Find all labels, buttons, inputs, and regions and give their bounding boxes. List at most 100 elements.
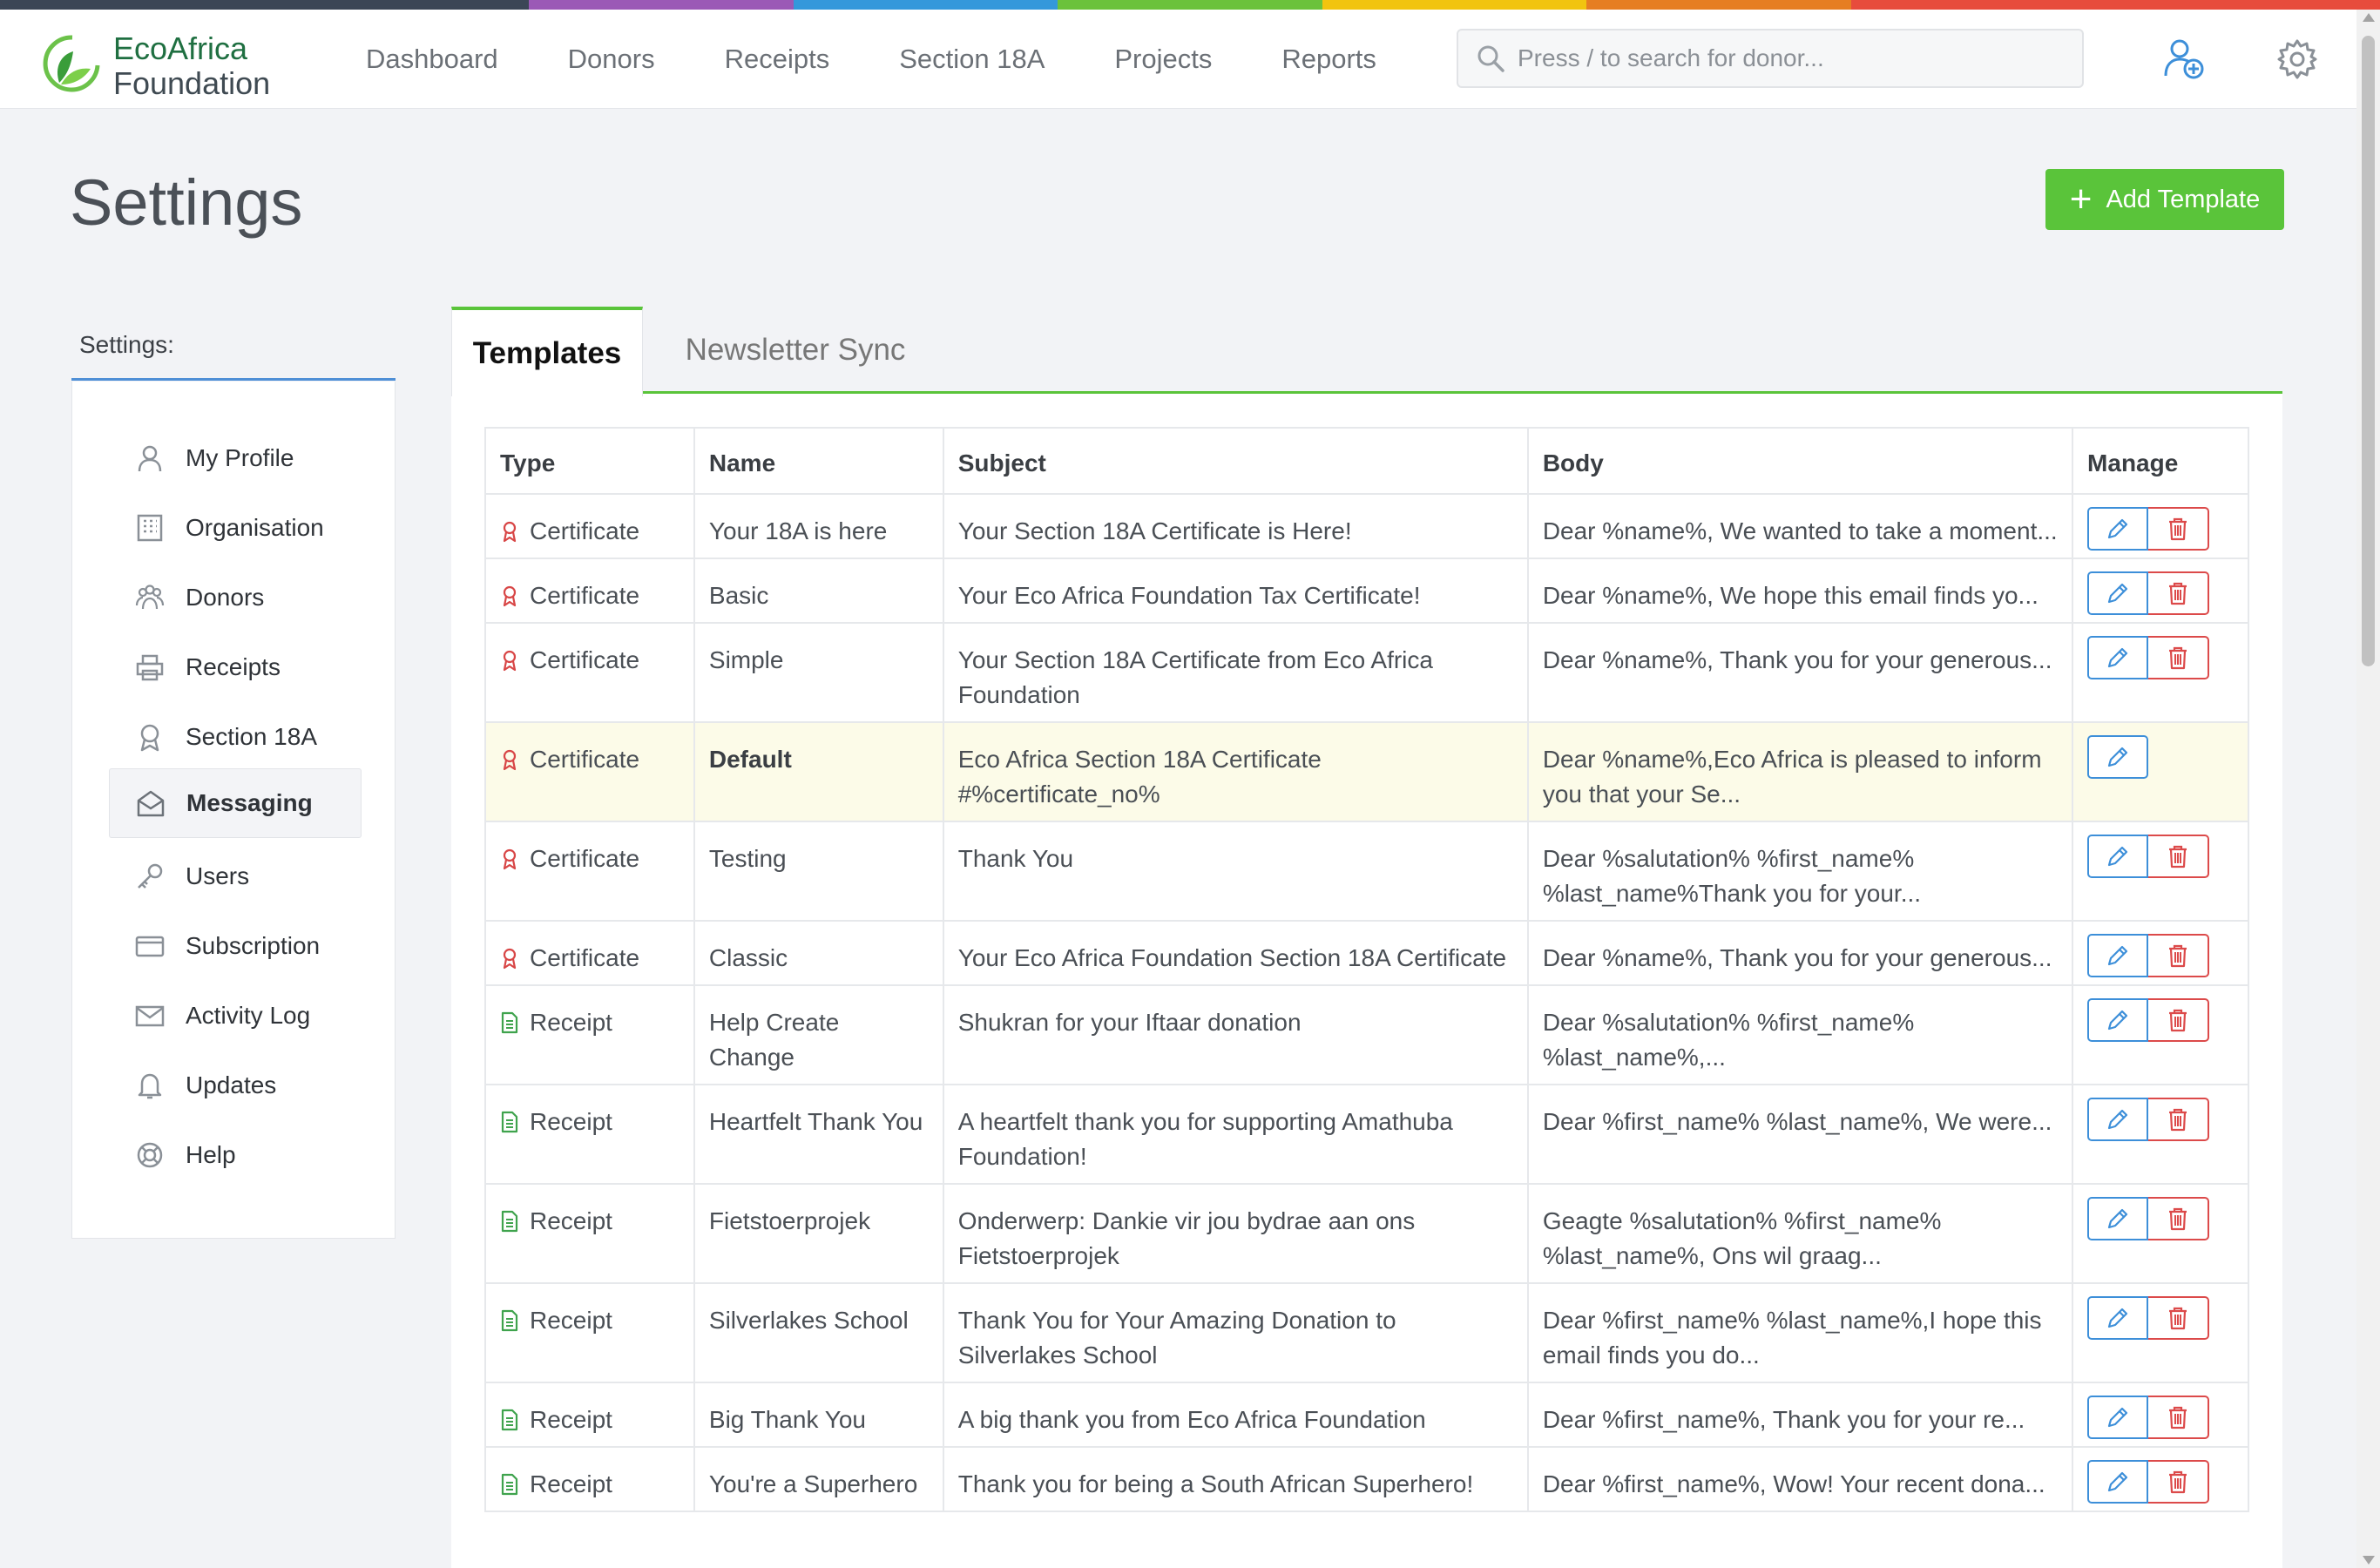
column-header-subject[interactable]: Subject	[942, 427, 1529, 495]
sidebar-item-messaging[interactable]: Messaging	[109, 768, 362, 838]
type-label: Certificate	[530, 517, 640, 544]
table-row[interactable]: Receipt Help Create Change Shukran for you…	[484, 984, 2249, 1085]
sidebar-item-users[interactable]: Users	[109, 841, 362, 911]
nav-section-18a[interactable]: Section 18A	[899, 44, 1045, 75]
subject-cell: Onderwerp: Dankie vir jou bydrae aan ons…	[942, 1183, 1529, 1284]
edit-template-button[interactable]	[2087, 571, 2149, 615]
delete-template-button[interactable]	[2148, 934, 2210, 977]
column-header-type[interactable]: Type	[484, 427, 695, 495]
manage-cell	[2072, 1183, 2249, 1284]
table-row[interactable]: Receipt Fietstoerprojek Onderwerp: Dankie …	[484, 1183, 2249, 1284]
leaf-logo-icon	[43, 35, 100, 92]
type-label: Receipt	[530, 1009, 612, 1036]
nav-dashboard[interactable]: Dashboard	[366, 44, 498, 75]
name-cell: Help Create Change	[693, 984, 944, 1085]
pencil-icon	[2107, 1109, 2128, 1130]
delete-template-button[interactable]	[2148, 1098, 2210, 1141]
manage-cell	[2072, 1446, 2249, 1512]
edit-template-button[interactable]	[2087, 1396, 2149, 1439]
name-cell: Classic	[693, 920, 944, 986]
name-cell: You're a Superhero	[693, 1446, 944, 1512]
column-header-body[interactable]: Body	[1526, 427, 2074, 495]
tab-newsletter-sync[interactable]: Newsletter Sync	[643, 307, 948, 394]
tab-templates[interactable]: Templates	[451, 307, 643, 396]
table-row[interactable]: Certificate Basic Your Eco Africa Foundati…	[484, 558, 2249, 624]
sidebar-item-updates[interactable]: Updates	[109, 1051, 362, 1120]
brand-logo[interactable]: EcoAfrica Foundation	[42, 24, 286, 102]
delete-template-button[interactable]	[2148, 1460, 2210, 1504]
sidebar-item-receipts[interactable]: Receipts	[109, 632, 362, 702]
delete-template-button[interactable]	[2148, 835, 2210, 878]
sidebar-item-activity-log[interactable]: Activity Log	[109, 981, 362, 1051]
delete-template-button[interactable]	[2148, 636, 2210, 679]
nav-projects[interactable]: Projects	[1114, 44, 1212, 75]
sidebar-item-organisation[interactable]: Organisation	[109, 493, 362, 563]
type-label: Receipt	[530, 1307, 612, 1334]
sidebar-item-help[interactable]: Help	[109, 1120, 362, 1190]
edit-template-button[interactable]	[2087, 1296, 2149, 1340]
name-cell: Silverlakes School	[693, 1282, 944, 1383]
pencil-icon	[2107, 518, 2128, 539]
table-row[interactable]: Receipt You're a Superhero Thank you for b…	[484, 1446, 2249, 1512]
edit-template-button[interactable]	[2087, 998, 2149, 1042]
manage-cell	[2072, 558, 2249, 624]
name-cell: Basic	[693, 558, 944, 624]
sidebar-item-donors[interactable]: Donors	[109, 563, 362, 632]
table-row[interactable]: Certificate Your 18A is here Your Section …	[484, 493, 2249, 559]
sidebar-item-subscription[interactable]: Subscription	[109, 911, 362, 981]
body-cell: Geagte %salutation% %first_name% %last_n…	[1526, 1183, 2074, 1284]
column-header-name[interactable]: Name	[693, 427, 944, 495]
delete-template-button[interactable]	[2148, 1197, 2210, 1240]
pencil-icon	[2107, 1208, 2128, 1229]
edit-template-button[interactable]	[2087, 1197, 2149, 1240]
table-row[interactable]: Certificate Simple Your Section 18A Certif…	[484, 622, 2249, 723]
nav-donors[interactable]: Donors	[568, 44, 655, 75]
sidebar-item-section-18a[interactable]: Section 18A	[109, 702, 362, 772]
nav-receipts[interactable]: Receipts	[725, 44, 830, 75]
table-row[interactable]: Certificate Default Eco Africa Section 18A…	[484, 721, 2249, 822]
user-icon	[138, 445, 162, 472]
delete-template-button[interactable]	[2148, 1396, 2210, 1439]
edit-template-button[interactable]	[2087, 735, 2149, 779]
scroll-down-arrow-icon[interactable]	[2363, 1556, 2375, 1565]
gear-icon[interactable]	[2274, 36, 2321, 83]
add-template-button[interactable]: + Add Template	[2045, 169, 2284, 230]
name-cell: Heartfelt Thank You	[693, 1084, 944, 1185]
manage-cell	[2072, 1382, 2249, 1448]
table-row[interactable]: Certificate Classic Your Eco Africa Founda…	[484, 920, 2249, 986]
scroll-up-arrow-icon[interactable]	[2363, 13, 2375, 22]
type-cell: Certificate	[484, 821, 695, 922]
edit-template-button[interactable]	[2087, 1098, 2149, 1141]
table-row[interactable]: Receipt Big Thank You A big thank you from…	[484, 1382, 2249, 1448]
add-user-icon[interactable]	[2160, 36, 2208, 83]
delete-template-button[interactable]	[2148, 507, 2210, 551]
edit-template-button[interactable]	[2087, 835, 2149, 878]
subject-cell: Thank you for being a South African Supe…	[942, 1446, 1529, 1512]
certificate-icon	[503, 585, 517, 607]
sidebar-item-my-profile[interactable]: My Profile	[109, 423, 362, 493]
credit-card-icon	[135, 936, 165, 957]
type-cell: Certificate	[484, 558, 695, 624]
table-row[interactable]: Certificate Testing Thank You Dear %salutat…	[484, 821, 2249, 922]
edit-template-button[interactable]	[2087, 934, 2149, 977]
receipt-icon	[501, 1473, 518, 1496]
people-icon	[135, 585, 165, 610]
page-scrollbar[interactable]	[2356, 10, 2380, 1568]
search-input[interactable]	[1518, 44, 2040, 72]
table-row[interactable]: Receipt Heartfelt Thank You A heartfelt th…	[484, 1084, 2249, 1185]
pencil-icon	[2107, 583, 2128, 604]
body-cell: Dear %first_name% %last_name%,I hope thi…	[1526, 1282, 2074, 1383]
certificate-icon	[503, 848, 517, 870]
scrollbar-thumb[interactable]	[2362, 36, 2375, 666]
delete-template-button[interactable]	[2148, 571, 2210, 615]
edit-template-button[interactable]	[2087, 636, 2149, 679]
table-row[interactable]: Receipt Silverlakes School Thank You for Y…	[484, 1282, 2249, 1383]
nav-reports[interactable]: Reports	[1281, 44, 1376, 75]
edit-template-button[interactable]	[2087, 1460, 2149, 1504]
delete-template-button[interactable]	[2148, 1296, 2210, 1340]
sidebar-item-label: Updates	[186, 1071, 277, 1098]
pencil-icon	[2107, 1407, 2128, 1428]
body-cell: Dear %salutation% %first_name% %last_nam…	[1526, 984, 2074, 1085]
delete-template-button[interactable]	[2148, 998, 2210, 1042]
edit-template-button[interactable]	[2087, 507, 2149, 551]
